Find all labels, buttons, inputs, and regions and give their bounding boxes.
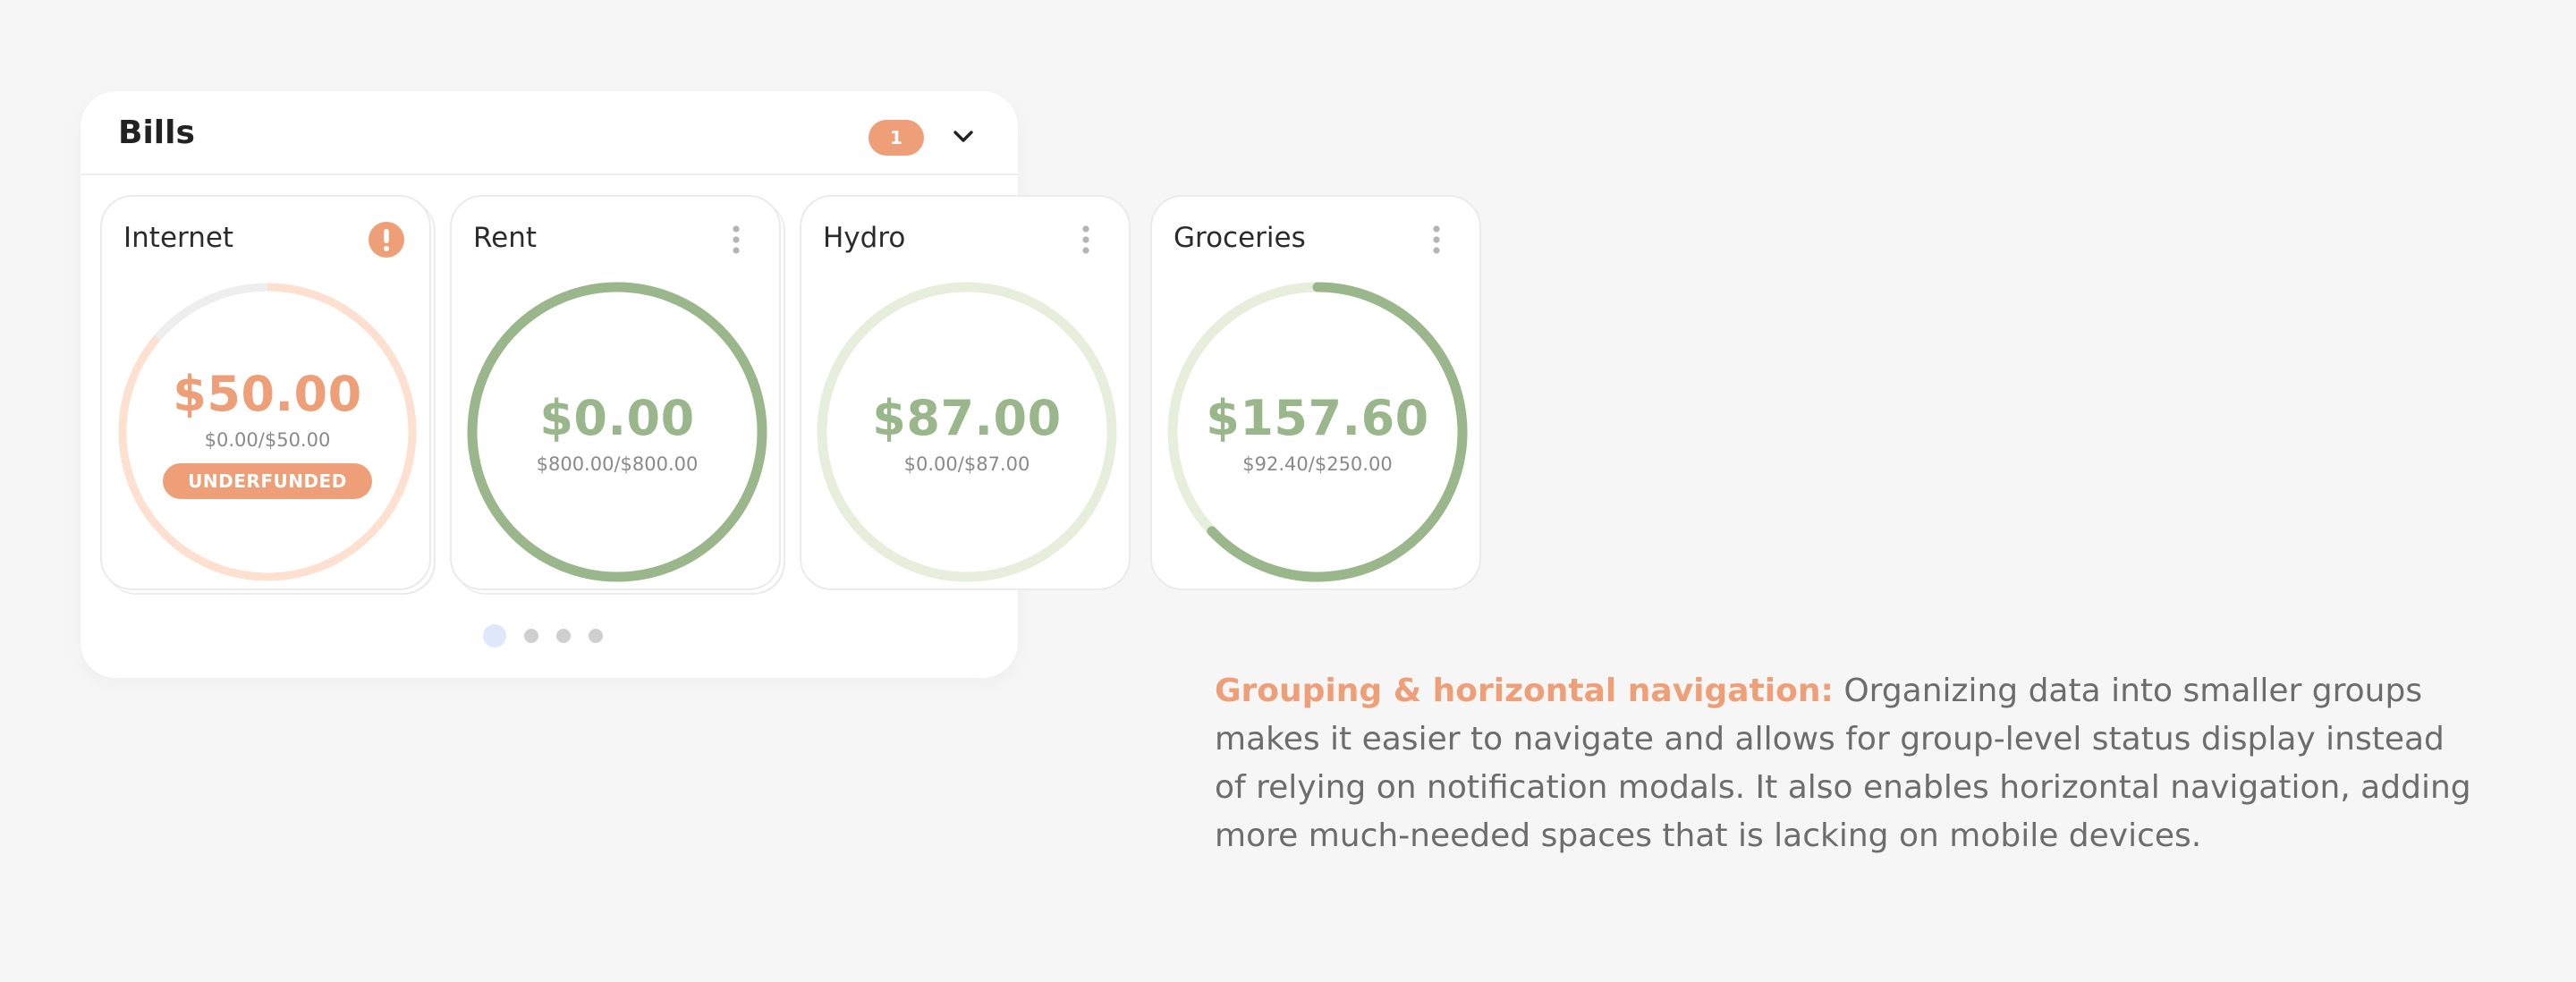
card-title: Internet [123, 222, 234, 254]
more-vertical-icon [1433, 225, 1440, 254]
exclamation-icon [369, 222, 404, 258]
pagination-dots [483, 622, 603, 649]
bill-card-rent[interactable]: Rent $0.00 $800.00/$800.00 [450, 195, 781, 590]
more-vertical-icon [1082, 225, 1089, 254]
panel-title: Bills [118, 114, 195, 151]
alert-count-badge: 1 [869, 120, 924, 156]
card-center: $50.00 $0.00/$50.00 UNDERFUNDED [113, 277, 422, 587]
stage: Bills 1 Internet $50.00 $0.00/$50.00 UND… [0, 0, 2576, 982]
card-title: Groceries [1174, 222, 1306, 254]
page-dot-3[interactable] [556, 629, 571, 643]
card-menu-button[interactable] [1068, 222, 1104, 258]
card-center: $157.60 $92.40/$250.00 [1163, 277, 1472, 587]
caption-text: Grouping & horizontal navigation: Organi… [1215, 667, 2485, 860]
page-dot-4[interactable] [589, 629, 603, 643]
card-title: Rent [473, 222, 538, 254]
bill-card-hydro[interactable]: Hydro $87.00 $0.00/$87.00 [800, 195, 1131, 590]
card-title: Hydro [823, 222, 906, 254]
bill-card-internet[interactable]: Internet $50.00 $0.00/$50.00 UNDERFUNDED [100, 195, 431, 590]
funded-ratio: $0.00/$50.00 [204, 428, 331, 451]
funded-ratio: $0.00/$87.00 [903, 453, 1030, 475]
card-center: $0.00 $800.00/$800.00 [462, 277, 772, 587]
amount: $157.60 [1206, 389, 1429, 446]
amount: $87.00 [872, 389, 1062, 446]
bills-panel-header: Bills 1 [80, 91, 1018, 175]
amount: $50.00 [173, 365, 362, 422]
bill-card-groceries[interactable]: Groceries $157.60 $92.40/$250.00 [1150, 195, 1481, 590]
card-menu-button[interactable] [1419, 222, 1454, 258]
status-badge: UNDERFUNDED [163, 462, 372, 499]
amount: $0.00 [539, 389, 695, 446]
funded-ratio: $92.40/$250.00 [1242, 453, 1393, 475]
page-dot-1[interactable] [483, 624, 506, 648]
warning-button[interactable] [369, 222, 404, 258]
caption-highlight: Grouping & horizontal navigation: [1215, 673, 1834, 709]
chevron-down-icon [953, 131, 973, 142]
more-vertical-icon [733, 225, 740, 254]
funded-ratio: $800.00/$800.00 [536, 453, 699, 475]
expand-button[interactable] [948, 122, 979, 152]
card-center: $87.00 $0.00/$87.00 [812, 277, 1122, 587]
page-dot-2[interactable] [524, 629, 538, 643]
card-menu-button[interactable] [718, 222, 754, 258]
